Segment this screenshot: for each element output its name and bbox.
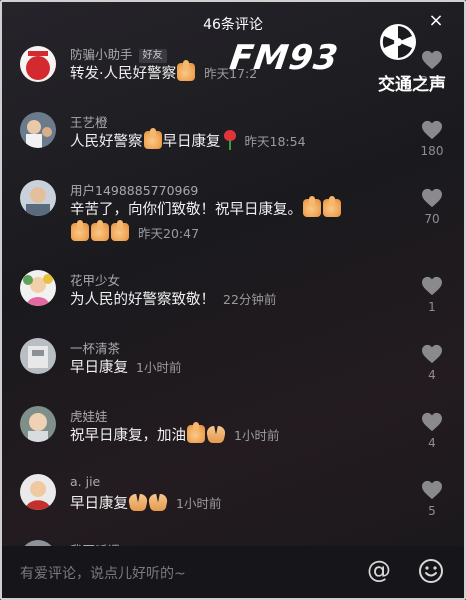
comment-username[interactable]: 用户1498885770969	[70, 180, 198, 199]
praying-hands-icon	[149, 493, 167, 511]
friend-badge: 好友	[138, 49, 167, 63]
thumbs-up-icon	[187, 422, 205, 443]
thumbs-up-icon	[143, 128, 162, 149]
heart-icon	[422, 412, 442, 432]
like-button[interactable]: 4	[412, 344, 452, 382]
comment-body: 为人民的好警察致敬！	[70, 292, 215, 308]
avatar[interactable]	[20, 406, 56, 442]
rose-icon	[223, 130, 237, 150]
comment-text: 为人民的好警察致敬！ 22分钟前	[70, 288, 404, 312]
avatar[interactable]	[20, 270, 56, 306]
heart-icon	[422, 276, 442, 296]
comment-username[interactable]: 花甲少女	[70, 270, 120, 289]
comment-body: 祝早日康复，加油	[70, 428, 186, 444]
praying-hands-icon	[129, 493, 147, 511]
heart-icon	[422, 120, 442, 140]
like-button[interactable]: 5	[412, 480, 452, 518]
praying-hands-icon	[207, 425, 225, 443]
like-count: 5	[428, 504, 436, 518]
comment-text: 早日康复 1小时前	[70, 492, 404, 516]
comment-time: 22分钟前	[223, 292, 277, 307]
thumbs-up-icon	[111, 220, 129, 241]
thumbs-up-icon	[303, 196, 321, 217]
comment-input[interactable]: 有爱评论，说点儿好听的~	[20, 563, 186, 583]
heart-icon	[422, 188, 442, 208]
like-count: 180	[420, 144, 444, 158]
watermark-fm-text: FM93	[227, 38, 342, 78]
like-button[interactable]: 1	[412, 276, 452, 314]
avatar[interactable]	[20, 474, 56, 510]
thumbs-up-icon	[177, 60, 196, 81]
comment-body: 早日康复	[70, 496, 128, 512]
comment-username[interactable]: 王艺橙	[70, 112, 108, 131]
like-button[interactable]: 70	[412, 188, 452, 226]
avatar-image	[20, 406, 56, 442]
comment-time: 1小时前	[136, 360, 182, 375]
comment-time: 1小时前	[234, 428, 280, 443]
comment-text: 祝早日康复，加油 1小时前	[70, 422, 404, 448]
fm93-watermark: FM93 交通之声	[227, 22, 462, 114]
avatar-image	[20, 180, 56, 216]
comment-time: 昨天20:47	[138, 226, 200, 241]
comment-body: 辛苦了，向你们致敬！祝早日康复。	[70, 202, 302, 218]
comment-input-bar: 有爱评论，说点儿好听的~ @	[2, 546, 464, 598]
comment-username[interactable]: 虎娃娃	[70, 406, 108, 425]
comment-username[interactable]: a. jie	[70, 474, 100, 489]
comment-time: 昨天18:54	[244, 134, 306, 149]
heart-icon	[422, 480, 442, 500]
avatar-image	[20, 46, 56, 82]
emoji-smiley-icon[interactable]	[418, 558, 444, 584]
thumbs-up-icon	[91, 220, 109, 241]
avatar-image	[20, 112, 56, 148]
comment-username[interactable]: 防骗小助手 好友	[70, 44, 167, 63]
watermark-cn-text: 交通之声	[378, 75, 446, 95]
fm93-logo-icon	[380, 24, 416, 60]
comment-text: 人民好警察 早日康复 昨天18:54	[70, 128, 404, 154]
comment-time: 1小时前	[176, 496, 222, 511]
comment-body: 人民好警察	[70, 134, 143, 150]
like-count: 4	[428, 368, 436, 382]
avatar[interactable]	[20, 180, 56, 216]
comment-body: 早日康复	[70, 360, 128, 376]
like-button[interactable]: 180	[412, 120, 452, 158]
avatar[interactable]	[20, 112, 56, 148]
avatar[interactable]	[20, 338, 56, 374]
mention-button[interactable]: @	[364, 556, 394, 584]
like-count: 1	[428, 300, 436, 314]
avatar[interactable]	[20, 46, 56, 82]
comment-body-2: 早日康复	[162, 134, 221, 150]
username-text: 防骗小助手	[70, 47, 133, 62]
like-button[interactable]: 4	[412, 412, 452, 450]
like-count: 4	[428, 436, 436, 450]
avatar-image	[20, 270, 56, 306]
like-count: 70	[424, 212, 440, 226]
heart-icon	[422, 344, 442, 364]
thumbs-up-icon	[323, 196, 341, 217]
comment-body: 转发·人民好警察	[70, 66, 177, 82]
comment-text: 早日康复 1小时前	[70, 356, 404, 380]
comment-username[interactable]: 一杯清茶	[70, 338, 120, 357]
avatar-image	[20, 474, 56, 510]
avatar-image	[20, 338, 56, 374]
thumbs-up-icon	[71, 220, 89, 241]
comments-panel: 46条评论 × 防骗小助手 好友 转发·人民好警察 昨天17:2 276 王艺橙…	[0, 0, 466, 600]
comment-text: 辛苦了，向你们致敬！祝早日康复。昨天20:47	[70, 196, 404, 246]
